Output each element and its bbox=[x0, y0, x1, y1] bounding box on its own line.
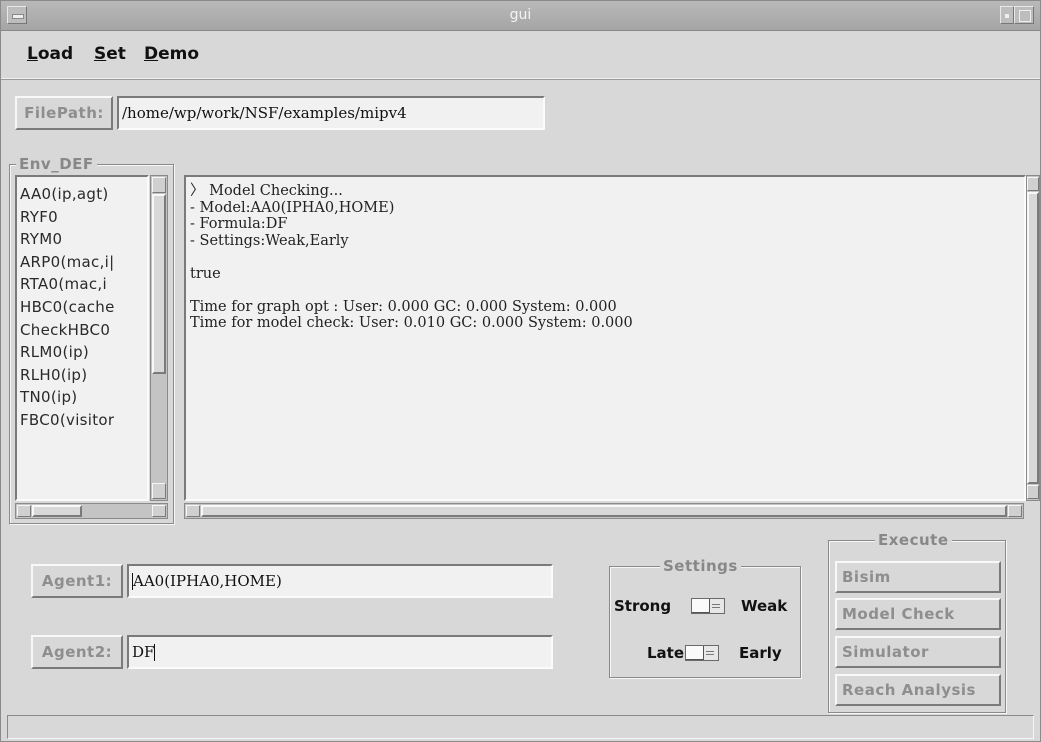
scroll-down-arrow-icon[interactable] bbox=[1027, 485, 1039, 499]
menu-demo[interactable]: Demo bbox=[144, 44, 199, 64]
filepath-value: /home/wp/work/NSF/examples/mipv4 bbox=[122, 104, 407, 122]
window-title: gui bbox=[509, 7, 532, 23]
scroll-up-arrow-icon[interactable] bbox=[152, 177, 166, 193]
agent2-button[interactable]: Agent2: bbox=[31, 635, 123, 669]
console-line: Time for graph opt : User: 0.000 GC: 0.0… bbox=[190, 298, 617, 315]
menu-bar: Load Set Demo bbox=[1, 31, 1040, 79]
list-item[interactable]: RLH0(ip) bbox=[17, 364, 147, 387]
filepath-button[interactable]: FilePath: bbox=[15, 96, 113, 130]
env-def-title: Env_DEF bbox=[16, 155, 97, 173]
console-scroll-thumb[interactable] bbox=[1027, 192, 1039, 484]
scroll-up-arrow-icon[interactable] bbox=[1027, 177, 1039, 191]
menu-load[interactable]: Load bbox=[27, 44, 73, 64]
status-bar bbox=[7, 715, 1034, 739]
console-line: 〉 Model Checking... bbox=[190, 183, 343, 199]
list-horizontal-scrollbar[interactable] bbox=[15, 503, 168, 519]
model-check-button[interactable]: Model Check bbox=[835, 598, 1001, 630]
list-item[interactable]: RYM0 bbox=[17, 228, 147, 251]
agent2-field[interactable]: DF bbox=[127, 635, 553, 669]
toggle-ridge-icon bbox=[712, 604, 720, 608]
list-item[interactable]: FBC0(visitor bbox=[17, 409, 147, 432]
agent1-button[interactable]: Agent1: bbox=[31, 564, 123, 598]
agent2-value: DF bbox=[132, 643, 155, 661]
bisim-button[interactable]: Bisim bbox=[835, 561, 1001, 593]
strong-weak-toggle[interactable] bbox=[691, 598, 725, 614]
reach-analysis-button[interactable]: Reach Analysis bbox=[835, 674, 1001, 706]
list-item[interactable]: RLM0(ip) bbox=[17, 341, 147, 364]
menu-set[interactable]: Set bbox=[94, 44, 126, 64]
scroll-down-arrow-icon[interactable] bbox=[152, 483, 166, 499]
list-item[interactable]: HBC0(cache bbox=[17, 296, 147, 319]
scroll-left-arrow-icon[interactable] bbox=[17, 505, 31, 517]
scroll-left-arrow-icon[interactable] bbox=[186, 505, 200, 517]
toggle-ridge-icon bbox=[706, 651, 714, 655]
list-scroll-thumb[interactable] bbox=[152, 194, 166, 374]
scroll-right-arrow-icon[interactable] bbox=[152, 505, 166, 517]
list-item[interactable]: TN0(ip) bbox=[17, 386, 147, 409]
filepath-field[interactable]: /home/wp/work/NSF/examples/mipv4 bbox=[117, 96, 545, 130]
console-vertical-scrollbar[interactable] bbox=[1026, 175, 1040, 501]
env-def-list[interactable]: AA0(ip,agt) RYF0 RYM0 ARP0(mac,i| RTA0(m… bbox=[15, 175, 149, 501]
console-hscroll-thumb[interactable] bbox=[201, 505, 1007, 517]
main-window: gui Load Set Demo FilePath: /home/wp/wor… bbox=[0, 0, 1041, 742]
list-item[interactable]: AA0(ip,agt) bbox=[17, 183, 147, 206]
execute-title: Execute bbox=[875, 531, 952, 549]
strong-label: Strong bbox=[614, 597, 672, 615]
list-hscroll-thumb[interactable] bbox=[32, 505, 82, 517]
weak-label: Weak bbox=[741, 597, 788, 615]
late-label: Late bbox=[647, 644, 685, 662]
list-vertical-scrollbar[interactable] bbox=[150, 175, 168, 501]
toggle-knob bbox=[686, 646, 704, 660]
output-console[interactable]: 〉 Model Checking... - Model:AA0(IPHA0,HO… bbox=[184, 175, 1026, 501]
early-label: Early bbox=[739, 644, 782, 662]
scroll-right-arrow-icon[interactable] bbox=[1008, 505, 1022, 517]
maximize-icon[interactable] bbox=[1014, 6, 1034, 24]
text-caret bbox=[154, 643, 156, 661]
title-bar: gui bbox=[1, 1, 1040, 31]
list-item[interactable]: RYF0 bbox=[17, 206, 147, 229]
agent1-value: AA0(IPHA0,HOME) bbox=[133, 572, 282, 590]
settings-title: Settings bbox=[660, 557, 741, 575]
list-item[interactable]: RTA0(mac,i bbox=[17, 273, 147, 296]
console-line: - Settings:Weak,Early bbox=[190, 232, 349, 249]
console-line: true bbox=[190, 265, 221, 282]
console-horizontal-scrollbar[interactable] bbox=[184, 503, 1024, 519]
console-line: - Formula:DF bbox=[190, 216, 288, 232]
minimize-icon[interactable] bbox=[1000, 6, 1014, 24]
list-item[interactable]: CheckHBC0 bbox=[17, 319, 147, 342]
late-early-toggle[interactable] bbox=[685, 645, 719, 661]
list-item[interactable]: ARP0(mac,i| bbox=[17, 251, 147, 274]
console-line: - Model:AA0(IPHA0,HOME) bbox=[190, 199, 395, 216]
toggle-knob bbox=[692, 599, 710, 613]
simulator-button[interactable]: Simulator bbox=[835, 636, 1001, 668]
agent1-field[interactable]: AA0(IPHA0,HOME) bbox=[127, 564, 553, 598]
console-line: Time for model check: User: 0.010 GC: 0.… bbox=[190, 315, 633, 331]
